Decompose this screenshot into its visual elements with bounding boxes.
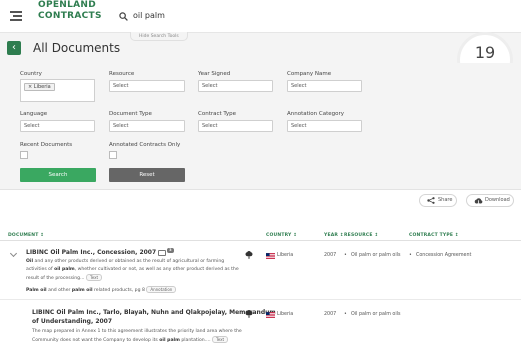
oil-palm-icon <box>245 251 253 259</box>
document-type-label: Document Type <box>109 111 152 117</box>
table-row-title[interactable]: LIBINC Oil Palm Inc., Concession, 2007 3 <box>26 248 174 257</box>
snippet-highlight: Oil <box>26 259 34 264</box>
logo[interactable]: OPENLAND CONTRACTS <box>38 1 102 21</box>
search-button[interactable]: Search <box>20 168 96 182</box>
row-divider <box>0 299 521 300</box>
country-label: Country <box>20 71 42 77</box>
share-icon <box>427 197 435 204</box>
snippet-highlight: oil palm <box>54 267 75 272</box>
resource-label: Resource <box>109 71 135 77</box>
annotation-category-select[interactable]: Select <box>287 120 362 132</box>
resource-select[interactable]: Select <box>109 80 185 92</box>
recent-documents-checkbox[interactable] <box>20 151 28 159</box>
document-count: 19 <box>474 43 496 62</box>
page-title: All Documents <box>33 41 121 55</box>
text-tag[interactable]: Text <box>85 274 103 281</box>
bullet: • <box>344 312 347 317</box>
snippet-text: result of the processing... <box>26 275 85 281</box>
column-header-resource[interactable]: RESOURCE ↕ <box>344 233 378 238</box>
column-header-contract-type[interactable]: CONTRACT TYPE ↕ <box>409 233 459 238</box>
text-snippet: The map prepared in Annex 1 to this agre… <box>32 329 242 334</box>
language-select[interactable]: Select <box>20 120 95 132</box>
column-header-country[interactable]: COUNTRY ↕ <box>266 233 297 238</box>
company-name-label: Company Name <box>287 71 332 77</box>
annotated-only-checkbox[interactable] <box>109 151 117 159</box>
reset-button[interactable]: Reset <box>109 168 185 182</box>
resource-cell: Oil palm or palm oils <box>351 312 401 317</box>
download-button[interactable]: Download <box>466 194 514 207</box>
year-signed-select[interactable]: Select <box>198 80 273 92</box>
annotation-highlight: Palm oil <box>26 287 47 293</box>
chevron-left-icon: ‹ <box>12 42 16 53</box>
snippet-text: plantation.... <box>179 337 211 343</box>
share-label: Share <box>438 197 453 203</box>
text-snippet: result of the processing... Text <box>26 274 103 283</box>
download-label: Download <box>485 197 510 203</box>
comment-count: 3 <box>167 248 174 253</box>
document-title[interactable]: of Understanding, 2007 <box>32 317 112 326</box>
country-chip-liberia[interactable]: × Liberia <box>24 83 55 91</box>
text-snippet: activities of oil palm, whether cultivat… <box>26 266 239 274</box>
snippet-text: activities of <box>26 267 55 272</box>
company-name-select[interactable]: Select <box>287 80 362 92</box>
text-snippet: Oil and any other products derived or ob… <box>26 258 224 266</box>
document-type-select[interactable]: Select <box>109 120 185 132</box>
chevron-down-icon[interactable] <box>9 249 18 258</box>
year-cell: 2007 <box>324 312 337 317</box>
snippet-highlight: oil palm <box>159 337 180 343</box>
menu-icon[interactable] <box>10 11 22 21</box>
snippet-text: , whether cultivated or not, as well as … <box>74 267 239 272</box>
liberia-flag-icon <box>266 253 275 259</box>
column-header-year[interactable]: YEAR ↕ <box>324 233 344 238</box>
snippet-text: Community does not want the Company to d… <box>32 337 160 343</box>
hide-search-tools-button[interactable]: Hide Search Tools <box>130 32 188 41</box>
text-snippet: Community does not want the Company to d… <box>32 336 229 345</box>
table-header-divider <box>0 240 521 241</box>
bullet: • <box>409 253 412 258</box>
annotation-text: and other <box>46 287 72 293</box>
share-button[interactable]: Share <box>419 194 457 207</box>
annotation-text: related products, pg 8 <box>92 287 145 293</box>
document-title[interactable]: LIBINC Oil Palm Inc., Tarlo, Blayah, Nuh… <box>32 308 276 317</box>
country-cell: Liberia <box>277 312 294 317</box>
recent-documents-label: Recent Documents <box>20 142 73 148</box>
logo-line2: CONTRACTS <box>38 11 102 21</box>
document-title[interactable]: LIBINC Oil Palm Inc., Concession, 2007 <box>26 249 156 256</box>
contract-type-label: Contract Type <box>198 111 237 117</box>
annotation-highlight: palm oil <box>71 287 93 293</box>
oil-palm-icon <box>245 310 253 318</box>
annotation-category-label: Annotation Category <box>287 111 345 117</box>
contract-type-select[interactable]: Select <box>198 120 273 132</box>
comment-icon[interactable] <box>158 249 167 256</box>
snippet-text: and any other products derived or obtain… <box>33 259 225 264</box>
annotated-only-label: Annotated Contracts Only <box>109 142 181 148</box>
contract-type-cell: Concession Agreement <box>416 253 472 258</box>
bullet: • <box>344 253 347 258</box>
search-icon <box>119 12 128 21</box>
download-icon <box>474 198 483 205</box>
resource-cell: Oil palm or palm oils <box>351 253 401 258</box>
logo-line1: OPENLAND <box>38 0 97 10</box>
year-cell: 2007 <box>324 253 337 258</box>
text-tag[interactable]: Text <box>212 336 229 343</box>
back-button[interactable]: ‹ <box>7 41 21 55</box>
search-input[interactable]: oil palm <box>133 11 165 20</box>
annotation-snippet: Palm oil and other palm oil related prod… <box>26 286 177 295</box>
country-multiselect[interactable]: × Liberia <box>20 79 95 102</box>
language-label: Language <box>20 111 48 117</box>
column-header-document[interactable]: DOCUMENT ↕ <box>8 233 44 238</box>
liberia-flag-icon <box>266 312 275 318</box>
annotation-tag[interactable]: Annotation <box>146 286 177 293</box>
year-signed-label: Year Signed <box>198 71 231 77</box>
country-cell: Liberia <box>277 253 294 258</box>
